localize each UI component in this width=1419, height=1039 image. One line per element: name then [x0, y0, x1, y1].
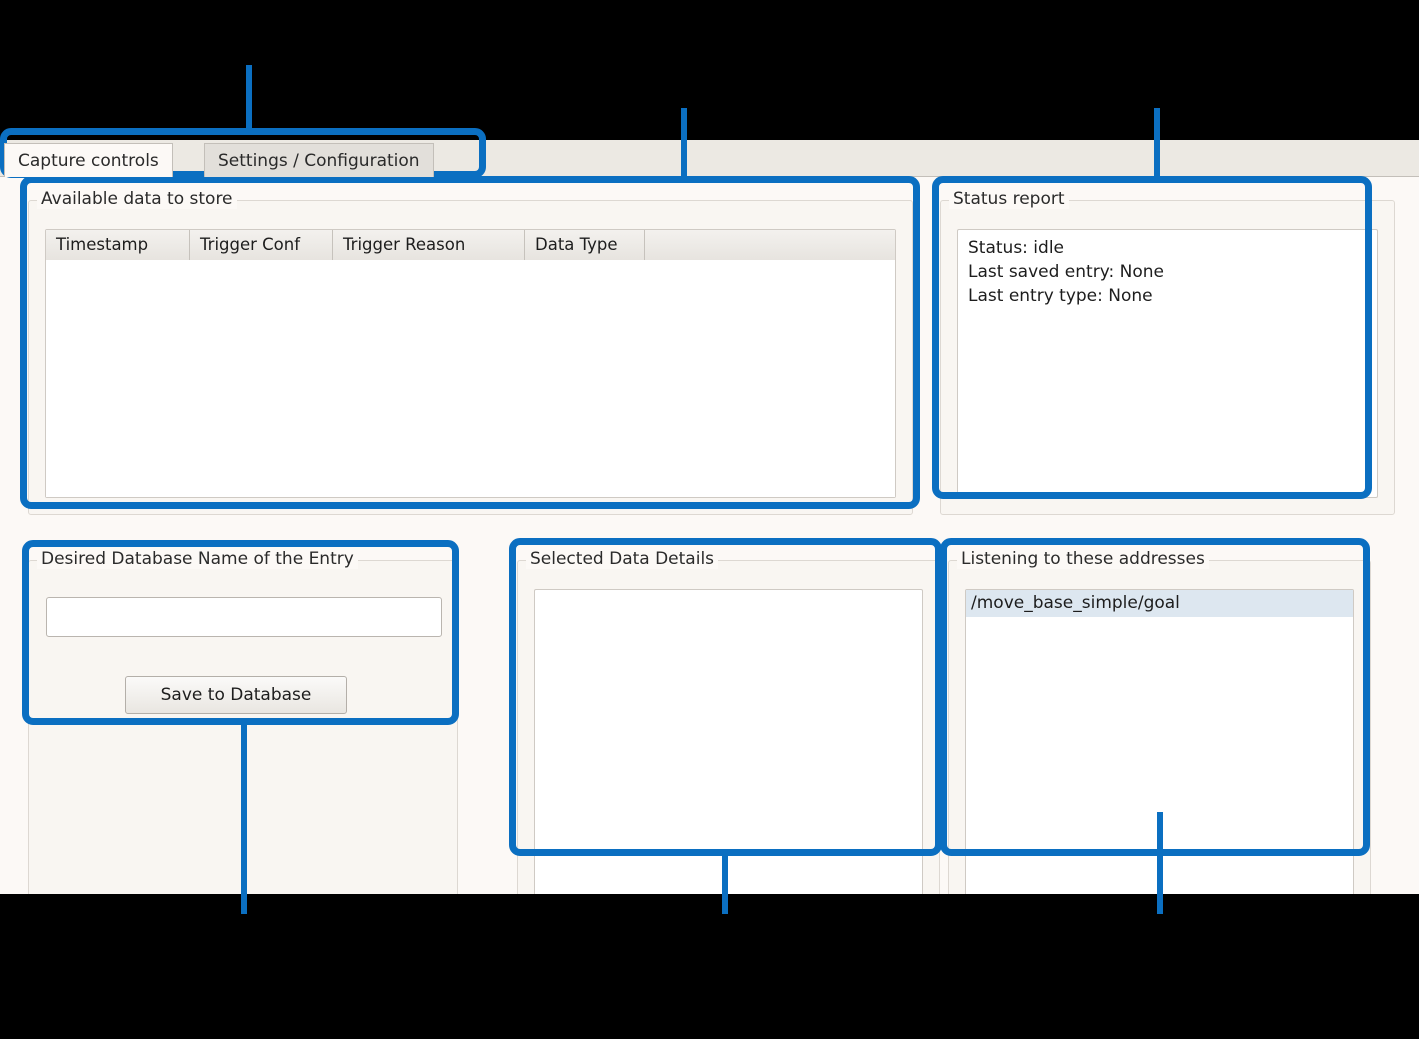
- application-window: Capture controls Settings / Configuratio…: [0, 140, 1419, 894]
- last-entry-type-line: Last entry type: None: [968, 286, 1153, 306]
- status-line: Status: idle: [968, 238, 1064, 258]
- save-to-database-button[interactable]: Save to Database: [125, 676, 347, 714]
- list-item[interactable]: /move_base_simple/goal: [966, 590, 1353, 617]
- available-data-table[interactable]: Timestamp Trigger Conf Trigger Reason Da…: [45, 229, 896, 498]
- table-column-trigger-conf[interactable]: Trigger Conf: [190, 230, 333, 260]
- status-report-title: Status report: [949, 189, 1069, 209]
- tab-bar: Capture controls Settings / Configuratio…: [0, 140, 1419, 177]
- tab-settings-configuration-label: Settings / Configuration: [218, 150, 420, 171]
- table-body[interactable]: [46, 260, 895, 497]
- screenshot-stage: Capture controls Settings / Configuratio…: [0, 0, 1419, 1039]
- selected-data-details-groupbox: Selected Data Details: [517, 549, 940, 894]
- table-column-timestamp[interactable]: Timestamp: [46, 230, 190, 260]
- tab-settings-configuration[interactable]: Settings / Configuration: [204, 143, 434, 177]
- available-data-groupbox: Available data to store Timestamp Trigge…: [28, 189, 913, 515]
- listening-addresses-title: Listening to these addresses: [957, 549, 1209, 569]
- available-data-title: Available data to store: [37, 189, 237, 209]
- annotation-leader-tabs: [246, 65, 252, 131]
- database-name-groupbox: Desired Database Name of the Entry Save …: [28, 549, 458, 894]
- tab-capture-controls-label: Capture controls: [18, 150, 159, 171]
- database-name-input[interactable]: [46, 597, 442, 637]
- table-column-filler: [645, 230, 895, 260]
- status-report-textarea[interactable]: Status: idle Last saved entry: None Last…: [957, 229, 1378, 498]
- status-report-groupbox: Status report Status: idle Last saved en…: [940, 189, 1395, 515]
- database-name-title: Desired Database Name of the Entry: [37, 549, 358, 569]
- status-report-text: Status: idle Last saved entry: None Last…: [968, 236, 1369, 308]
- last-saved-entry-line: Last saved entry: None: [968, 262, 1164, 282]
- selected-data-details-textarea[interactable]: [534, 589, 923, 894]
- selected-data-details-title: Selected Data Details: [526, 549, 719, 569]
- table-column-data-type[interactable]: Data Type: [525, 230, 645, 260]
- listening-addresses-list[interactable]: /move_base_simple/goal: [965, 589, 1354, 894]
- table-column-trigger-reason[interactable]: Trigger Reason: [333, 230, 525, 260]
- tab-capture-controls[interactable]: Capture controls: [4, 143, 173, 177]
- listening-addresses-groupbox: Listening to these addresses /move_base_…: [948, 549, 1371, 894]
- table-header-row: Timestamp Trigger Conf Trigger Reason Da…: [46, 230, 895, 260]
